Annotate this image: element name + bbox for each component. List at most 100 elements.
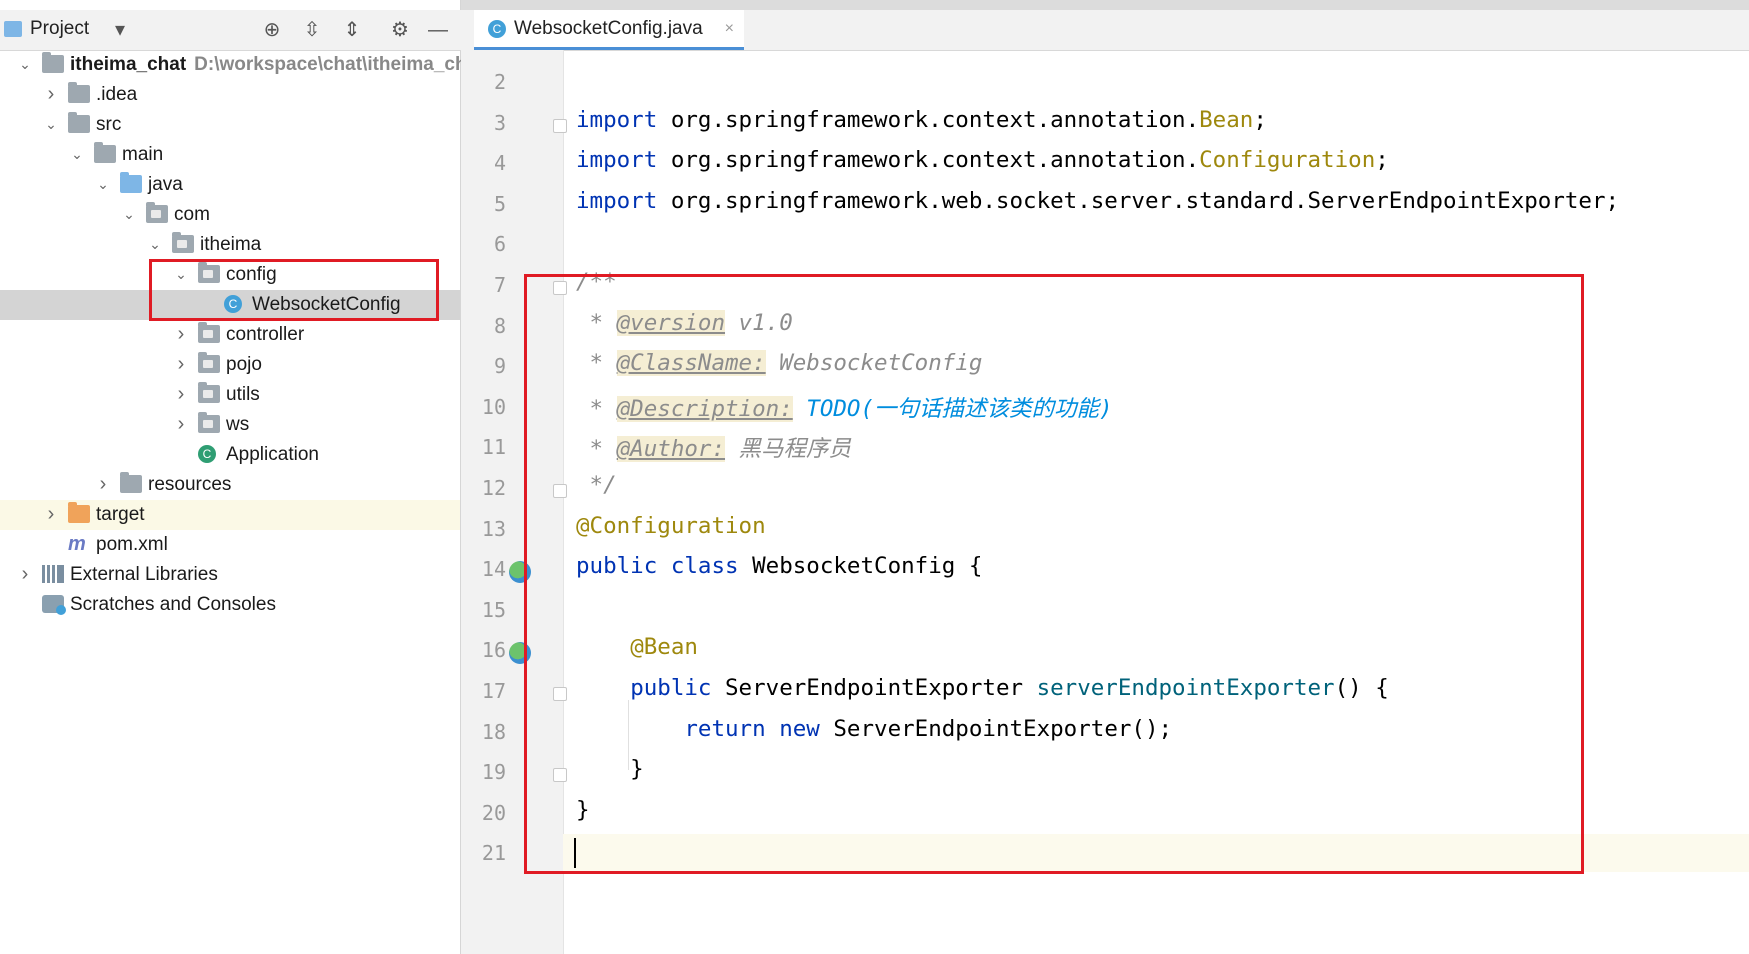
fold-marker-icon[interactable] (553, 118, 567, 133)
tree-item-ws[interactable]: › ws (0, 410, 460, 440)
tree-item-target[interactable]: › target (0, 500, 460, 530)
folder-icon (68, 112, 90, 133)
line-number: 10 (481, 394, 506, 419)
tree-item-label: com (174, 204, 210, 225)
tree-item-label: .idea (96, 84, 138, 105)
tree-item-label: controller (226, 324, 305, 345)
line-number: 7 (493, 273, 506, 297)
module-folder-icon (42, 52, 64, 73)
line-number: 17 (481, 679, 506, 703)
tree-item-src[interactable]: ⌄ src (0, 110, 460, 140)
tree-item-pojo[interactable]: › pojo (0, 350, 460, 380)
tab-label: WebsocketConfig.java (514, 18, 703, 39)
tree-item-itheima[interactable]: ⌄ itheima (0, 230, 460, 260)
chevron-right-icon[interactable]: › (16, 564, 34, 584)
code-line: import org.springframework.context.annot… (576, 106, 1267, 133)
minimize-icon[interactable]: — (426, 18, 450, 42)
tree-item-label: resources (148, 474, 232, 495)
tree-item-java[interactable]: ⌄ java (0, 170, 460, 200)
code-line: import org.springframework.web.socket.se… (576, 187, 1620, 214)
gear-icon[interactable]: ⚙ (388, 18, 412, 42)
line-number: 11 (481, 435, 506, 460)
line-number: 19 (481, 760, 506, 785)
tree-item-pom-xml[interactable]: m pom.xml (0, 530, 460, 560)
libraries-icon (42, 565, 64, 583)
scratches-icon (42, 595, 66, 615)
tree-item-label: utils (226, 384, 260, 405)
tree-item-label: ws (226, 414, 250, 435)
collapse-all-icon[interactable]: ⇕ (340, 18, 364, 42)
project-view-icon (4, 21, 22, 37)
tree-item-itheima-chat[interactable]: ⌄ itheima_chat D:\workspace\chat\itheima_c… (0, 50, 483, 80)
tree-item-application[interactable]: C Application (0, 440, 460, 470)
expand-all-icon[interactable]: ⇳ (300, 18, 324, 42)
code-highlight-box (524, 274, 1584, 874)
locate-icon[interactable]: ⊕ (260, 18, 284, 42)
project-toolbar: Project ▾ ⊕ ⇳ ⇕ ⚙ — (0, 10, 460, 51)
package-icon (198, 352, 220, 373)
line-number: 6 (493, 232, 506, 257)
class-icon: C (488, 20, 506, 38)
tree-item-idea[interactable]: › .idea (0, 80, 460, 110)
tree-item-external-libraries[interactable]: › External Libraries (0, 560, 460, 590)
line-number: 14 (481, 557, 506, 582)
line-number: 13 (481, 516, 506, 541)
package-icon (198, 412, 220, 433)
tree-item-label: main (122, 144, 164, 165)
folder-icon (94, 142, 116, 163)
tree-item-label: java (148, 174, 183, 195)
close-icon[interactable]: × (725, 10, 734, 48)
source-folder-icon (120, 172, 142, 193)
excluded-folder-icon (68, 502, 90, 523)
chevron-down-icon[interactable]: ⌄ (146, 234, 164, 254)
tree-item-com[interactable]: ⌄ com (0, 200, 460, 230)
folder-icon (68, 82, 90, 103)
chevron-down-icon[interactable]: ⌄ (16, 54, 34, 74)
tree-item-scratches-and-consoles[interactable]: Scratches and Consoles (0, 590, 460, 620)
chevron-down-icon[interactable]: ⌄ (68, 144, 86, 164)
chevron-down-icon[interactable]: ⌄ (94, 174, 112, 194)
chevron-right-icon[interactable]: › (172, 384, 190, 404)
package-icon (172, 232, 194, 253)
line-number: 5 (493, 191, 506, 216)
line-number: 4 (493, 151, 506, 176)
tree-item-label: itheima (200, 234, 262, 255)
line-number: 8 (493, 313, 506, 338)
chevron-right-icon[interactable]: › (172, 324, 190, 344)
chevron-right-icon[interactable]: › (42, 504, 60, 524)
chevron-right-icon[interactable]: › (94, 474, 112, 494)
tree-item-label: Application (226, 444, 319, 465)
tree-item-main[interactable]: ⌄ main (0, 140, 460, 170)
resources-folder-icon (120, 472, 142, 493)
line-number: 16 (481, 638, 506, 663)
tree-item-label: itheima_chat D:\workspace\chat\itheima_ch… (70, 54, 484, 75)
chevron-right-icon[interactable]: › (42, 84, 60, 104)
project-view-selector[interactable]: Project (30, 18, 89, 40)
module-path: D:\workspace\chat\itheima_chat (194, 54, 484, 75)
editor-tab-bar: C WebsocketConfig.java × (460, 10, 1749, 51)
maven-icon: m (68, 533, 86, 555)
line-number: 12 (481, 476, 506, 500)
tree-item-resources[interactable]: › resources (0, 470, 460, 500)
tree-item-controller[interactable]: › controller (0, 320, 460, 350)
tree-item-label: Scratches and Consoles (70, 594, 276, 615)
tree-item-label: src (96, 114, 122, 135)
chevron-down-icon[interactable]: ⌄ (120, 204, 138, 224)
tree-item-label: target (96, 504, 145, 525)
package-icon (146, 202, 168, 223)
tree-item-label: pojo (226, 354, 262, 375)
line-number: 2 (493, 70, 506, 94)
chevron-down-icon[interactable]: ⌄ (42, 114, 60, 134)
spring-boot-app-icon: C (198, 445, 216, 463)
tab-websocketconfig-java[interactable]: C WebsocketConfig.java × (474, 10, 744, 50)
chevron-down-icon[interactable]: ▾ (108, 18, 132, 42)
config-highlight-box (149, 259, 439, 321)
package-icon (198, 322, 220, 343)
tree-item-utils[interactable]: › utils (0, 380, 460, 410)
line-number: 20 (481, 800, 506, 825)
tree-item-label: External Libraries (70, 564, 218, 585)
line-number: 21 (481, 841, 506, 866)
chevron-right-icon[interactable]: › (172, 414, 190, 434)
line-number: 9 (493, 354, 506, 379)
chevron-right-icon[interactable]: › (172, 354, 190, 374)
